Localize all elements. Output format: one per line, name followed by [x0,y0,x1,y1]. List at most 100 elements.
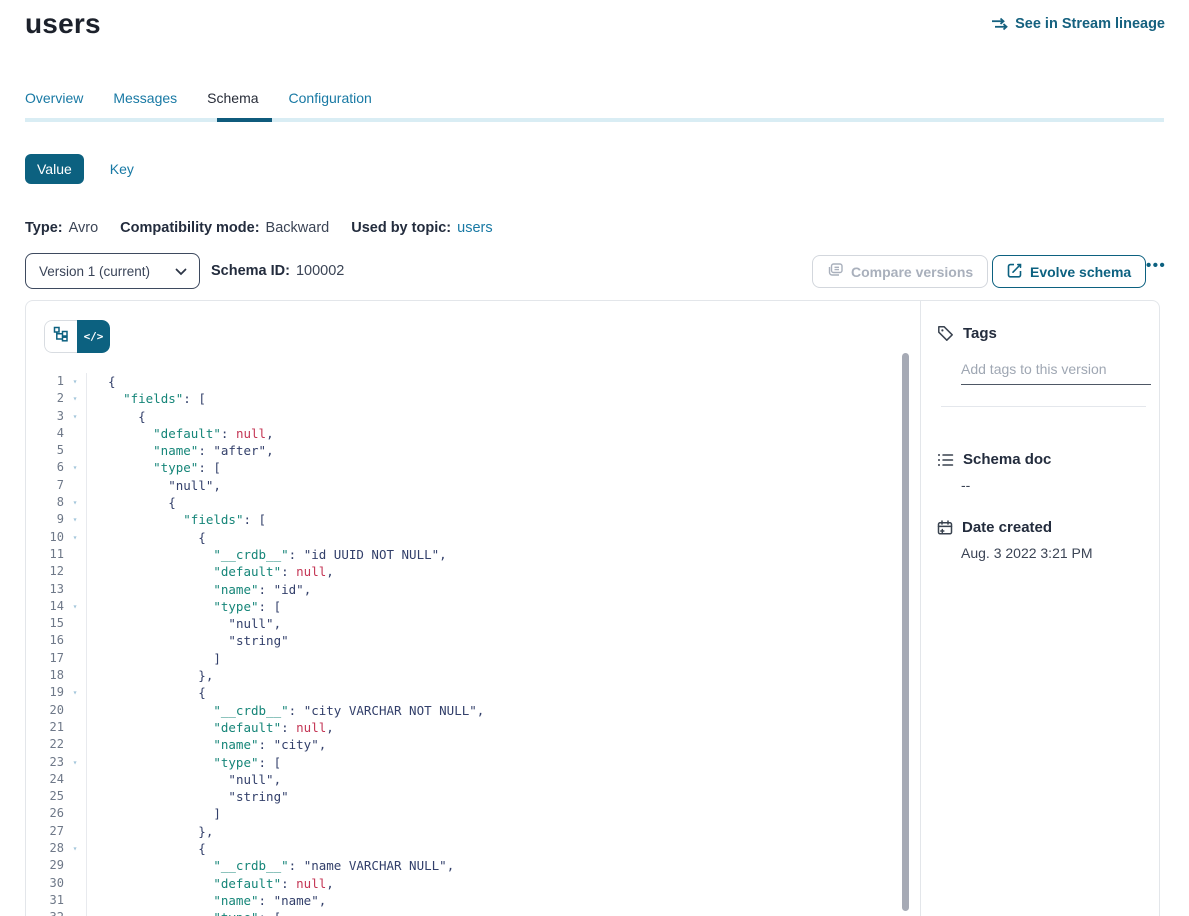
code-line-text: "string" [87,632,289,649]
version-select-value: Version 1 (current) [39,264,150,279]
code-line: 21 "default": null, [26,719,919,736]
fold-toggle-icon[interactable]: ▾ [64,373,86,390]
fold-spacer [64,546,86,563]
add-tags-input[interactable] [961,357,1151,385]
code-line: 15 "null", [26,615,919,632]
versions-icon [827,263,843,280]
gutter: 18 [26,667,87,684]
evolve-schema-button[interactable]: Evolve schema [992,255,1146,288]
fold-toggle-icon[interactable]: ▾ [64,390,86,407]
line-number: 15 [26,615,64,632]
code-line: 31 "name": "name", [26,892,919,909]
code-view-icon: </> [84,330,104,343]
fold-toggle-icon[interactable]: ▾ [64,598,86,615]
meta-compatibility: Compatibility mode: Backward [120,220,329,236]
tab-messages[interactable]: Messages [113,90,177,106]
code-line-text: "type": [ [87,909,281,916]
tree-view-button[interactable] [44,320,77,353]
line-number: 6 [26,459,64,476]
code-line-text: "null", [87,477,221,494]
fold-toggle-icon[interactable]: ▾ [64,840,86,857]
tab-schema[interactable]: Schema [207,90,258,106]
fold-toggle-icon[interactable]: ▾ [64,529,86,546]
line-number: 1 [26,373,64,390]
fold-toggle-icon[interactable]: ▾ [64,684,86,701]
code-line-text: "name": "city", [87,736,326,753]
meta-topic: Used by topic: users [351,220,492,236]
line-number: 23 [26,754,64,771]
version-select[interactable]: Version 1 (current) [25,253,200,289]
line-number: 20 [26,702,64,719]
fold-spacer [64,650,86,667]
schema-id: Schema ID: 100002 [211,253,344,289]
editor-scrollbar-thumb[interactable] [902,353,909,911]
line-number: 22 [26,736,64,753]
line-number: 10 [26,529,64,546]
code-line-text: { [87,373,116,390]
schema-doc-heading-label: Schema doc [963,451,1051,468]
code-line-text: "null", [87,615,281,632]
key-toggle-link[interactable]: Key [110,161,134,177]
line-number: 11 [26,546,64,563]
gutter: 31 [26,892,87,909]
fold-toggle-icon[interactable]: ▾ [64,459,86,476]
fold-toggle-icon[interactable]: ▾ [64,754,86,771]
date-created-value: Aug. 3 2022 3:21 PM [961,545,1093,561]
code-line: 10▾ { [26,529,919,546]
gutter: 32▾ [26,909,87,916]
fold-spacer [64,719,86,736]
code-editor[interactable]: 1▾{2▾ "fields": [3▾ {4 "default": null,5… [26,373,919,916]
schema-page: users See in Stream lineage Overview Mes… [0,0,1189,916]
gutter: 1▾ [26,373,87,390]
edit-schema-icon [1007,263,1022,281]
tab-overview[interactable]: Overview [25,90,83,106]
code-line-text: { [87,684,206,701]
chevron-down-icon [175,264,187,279]
code-line: 2▾ "fields": [ [26,390,919,407]
gutter: 2▾ [26,390,87,407]
fold-spacer [64,563,86,580]
more-options-button[interactable]: ••• [1146,257,1166,274]
line-number: 5 [26,442,64,459]
code-line: 27 }, [26,823,919,840]
code-line-text: "name": "after", [87,442,274,459]
gutter: 27 [26,823,87,840]
code-line: 8▾ { [26,494,919,511]
line-number: 30 [26,875,64,892]
gutter: 22 [26,736,87,753]
fold-toggle-icon[interactable]: ▾ [64,511,86,528]
gutter: 7 [26,477,87,494]
value-toggle-button[interactable]: Value [25,154,84,184]
fold-spacer [64,667,86,684]
type-label: Type: [25,220,63,236]
fold-toggle-icon[interactable]: ▾ [64,408,86,425]
compare-versions-button[interactable]: Compare versions [812,255,988,288]
line-number: 28 [26,840,64,857]
gutter: 30 [26,875,87,892]
code-line-text: "fields": [ [87,511,266,528]
fold-toggle-icon[interactable]: ▾ [64,494,86,511]
code-line-text: { [87,840,206,857]
line-number: 19 [26,684,64,701]
type-value: Avro [69,220,99,236]
code-line-text: "type": [ [87,598,281,615]
line-number: 26 [26,805,64,822]
code-line: 16 "string" [26,632,919,649]
line-number: 7 [26,477,64,494]
code-line: 11 "__crdb__": "id UUID NOT NULL", [26,546,919,563]
code-line-text: "string" [87,788,289,805]
gutter: 28▾ [26,840,87,857]
fold-spacer [64,736,86,753]
see-in-stream-lineage-link[interactable]: See in Stream lineage [991,16,1165,32]
code-view-button[interactable]: </> [77,320,110,353]
topic-link[interactable]: users [457,220,492,236]
fold-toggle-icon[interactable]: ▾ [64,909,86,916]
date-created-heading-label: Date created [962,519,1052,536]
tab-configuration[interactable]: Configuration [289,90,372,106]
gutter: 14▾ [26,598,87,615]
schema-doc-value: -- [961,477,970,493]
code-line: 29 "__crdb__": "name VARCHAR NULL", [26,857,919,874]
line-number: 3 [26,408,64,425]
schema-doc-heading: Schema doc [937,451,1051,468]
gutter: 10▾ [26,529,87,546]
